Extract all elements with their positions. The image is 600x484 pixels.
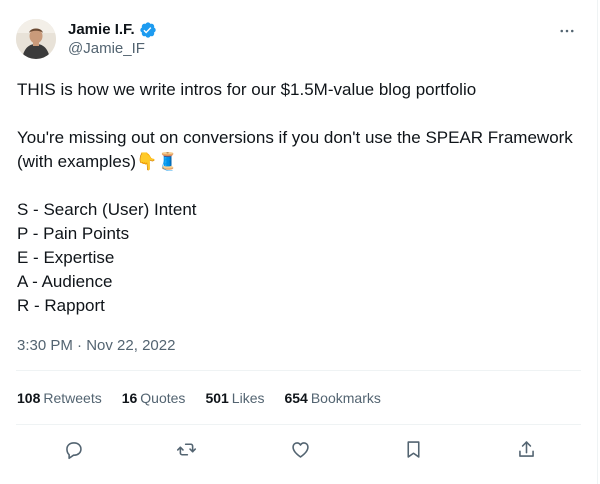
- divider-top: [16, 370, 581, 371]
- quotes-stat[interactable]: 16 Quotes: [122, 388, 186, 408]
- tweet-line: (with examples)👇🧵: [17, 152, 179, 171]
- more-options-button[interactable]: [555, 19, 579, 43]
- timestamp-separator: ·: [72, 337, 87, 354]
- retweet-button[interactable]: [174, 437, 198, 461]
- bookmarks-count: 654: [284, 390, 308, 406]
- like-button[interactable]: [288, 437, 312, 461]
- more-icon: [560, 29, 574, 33]
- bookmark-icon: [406, 440, 420, 458]
- tweet-line: S - Search (User) Intent: [17, 200, 197, 219]
- retweets-stat[interactable]: 108 Retweets: [17, 388, 102, 408]
- tweet-timestamp: 3:30 PM · Nov 22, 2022: [17, 336, 175, 356]
- likes-count: 501: [205, 390, 229, 406]
- tweet-line: E - Expertise: [17, 248, 115, 267]
- bookmarks-stat[interactable]: 654 Bookmarks: [284, 388, 380, 408]
- tweet-line: P - Pain Points: [17, 224, 130, 243]
- bookmarks-label: Bookmarks: [310, 390, 381, 406]
- tweet-line: THIS is how we write intros for our $1.5…: [17, 80, 477, 99]
- author-display-name[interactable]: Jamie I.F.: [68, 21, 135, 39]
- tweet-line: R - Rapport: [17, 296, 105, 315]
- reply-icon: [65, 441, 82, 459]
- bookmark-button[interactable]: [401, 437, 425, 461]
- reply-button[interactable]: [61, 437, 85, 461]
- avatar-image: [16, 19, 56, 59]
- like-icon: [291, 441, 309, 458]
- tweet-time[interactable]: 3:30 PM: [17, 337, 73, 354]
- author-handle[interactable]: @Jamie_IF: [68, 40, 145, 58]
- retweet-icon: [176, 442, 196, 456]
- likes-stat[interactable]: 501 Likes: [205, 388, 264, 408]
- quotes-count: 16: [121, 390, 138, 406]
- tweet-line: A - Audience: [17, 272, 113, 291]
- author-name-row: Jamie I.F.: [68, 21, 157, 39]
- tweet-line: You're missing out on conversions if you…: [17, 128, 573, 147]
- tweet-card: Jamie I.F. @Jamie_IF THIS is how we writ…: [0, 0, 598, 484]
- share-icon: [518, 440, 534, 457]
- tweet-actions: [0, 433, 597, 465]
- verified-badge-icon: [139, 21, 157, 39]
- quotes-label: Quotes: [140, 390, 186, 406]
- engagement-stats: 108 Retweets 16 Quotes 501 Likes 654 Bookmar…: [17, 388, 381, 408]
- divider-bottom: [16, 424, 581, 425]
- retweets-count: 108: [17, 390, 41, 406]
- tweet-text: THIS is how we write intros for our $1.5…: [17, 78, 587, 318]
- share-button[interactable]: [514, 437, 538, 461]
- avatar[interactable]: [16, 19, 56, 59]
- tweet-date[interactable]: Nov 22, 2022: [86, 337, 175, 354]
- likes-label: Likes: [231, 390, 265, 406]
- retweets-label: Retweets: [43, 390, 102, 406]
